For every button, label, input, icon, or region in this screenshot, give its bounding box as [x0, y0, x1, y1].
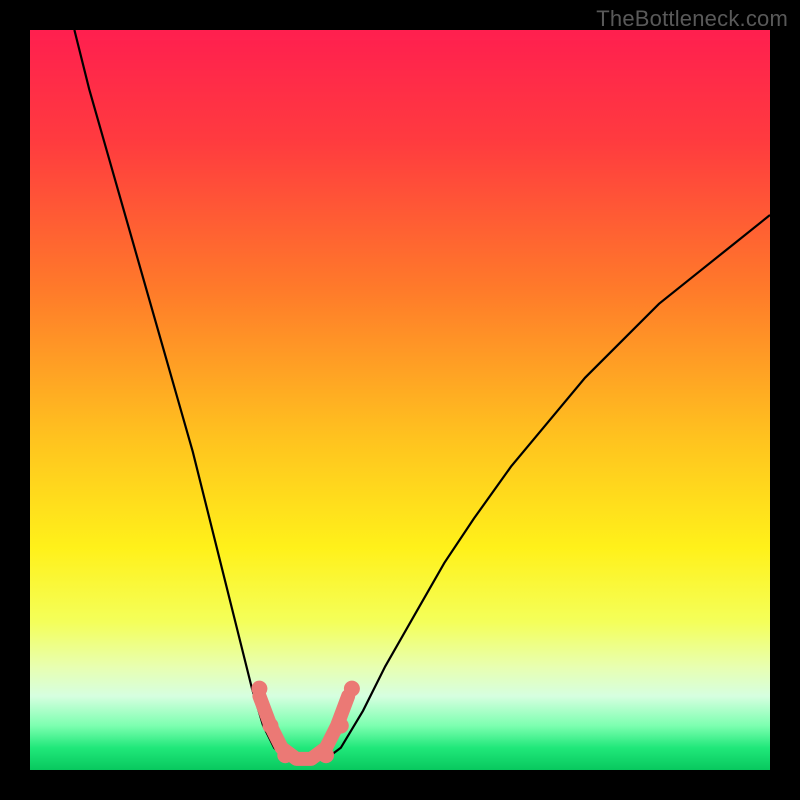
chart-frame: TheBottleneck.com — [0, 0, 800, 800]
series-left-curve — [74, 30, 285, 759]
marker-dot — [318, 747, 334, 763]
watermark-text: TheBottleneck.com — [596, 6, 788, 32]
marker-dot — [263, 718, 279, 734]
marker-dot — [344, 681, 360, 697]
curve-layer — [30, 30, 770, 770]
plot-area — [30, 30, 770, 770]
marker-dot — [251, 681, 267, 697]
series-right-curve — [326, 215, 770, 759]
marker-dot — [333, 718, 349, 734]
marker-dot — [277, 747, 293, 763]
